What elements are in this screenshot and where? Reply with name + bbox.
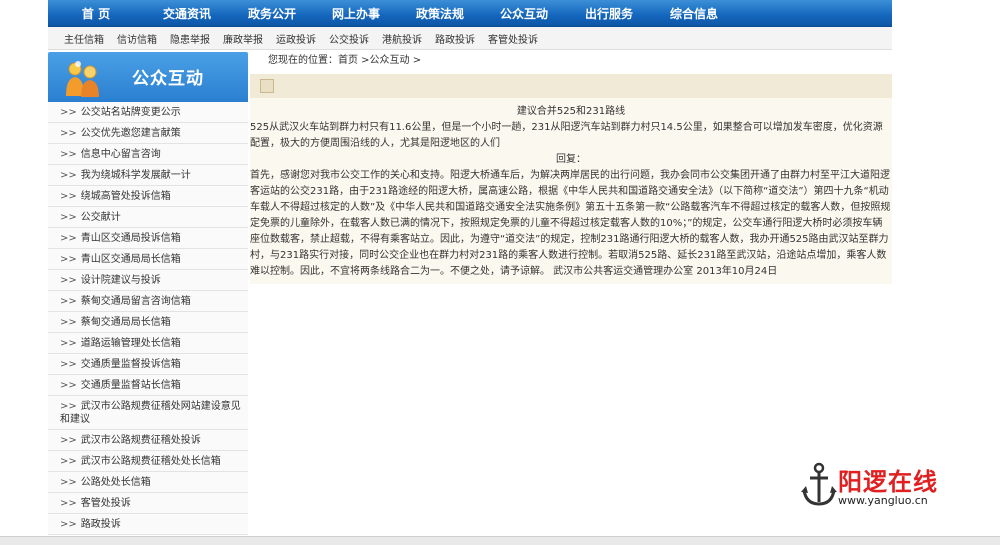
sidebar-item[interactable]: >> 青山区交通局局长信箱 [48, 249, 248, 270]
sub-nav-director-mailbox[interactable]: 主任信箱 [64, 31, 104, 46]
article-question: 525从武汉火车站到群力村只有11.6公里，但是一个小时一趟，231从阳逻汽车站… [250, 122, 883, 149]
sidebar-item-label: 信息中心留言咨询 [80, 149, 161, 160]
sub-nav-transport-complaint[interactable]: 运政投诉 [276, 31, 316, 46]
sidebar-item[interactable]: >> 我为绕城科学发展献一计 [48, 165, 248, 186]
content-banner [250, 74, 892, 98]
sidebar-item[interactable]: >> 客管处投诉 [48, 493, 248, 514]
sidebar-item-label: 我为绕城科学发展献一计 [80, 170, 191, 181]
logo-url: www.yangluo.cn [838, 494, 928, 507]
sidebar-item-label: 公交站名站牌变更公示 [80, 107, 181, 118]
nav-public-interaction[interactable]: 公众互动 [482, 5, 566, 22]
sidebar-title: 公众互动 [132, 69, 204, 89]
nav-gov-affairs[interactable]: 政务公开 [230, 5, 314, 22]
nav-home[interactable]: 首 页 [48, 5, 144, 22]
breadcrumb: 您现在的位置：首页 >公众互动 > [268, 55, 422, 66]
main-content: 您现在的位置：首页 >公众互动 > 建议合并525和231路线 525从武汉火车… [250, 52, 892, 284]
sidebar-item-label: 蔡甸交通局局长信箱 [80, 317, 171, 328]
sub-nav-port-complaint[interactable]: 港航投诉 [382, 31, 422, 46]
sidebar-item-label: 公交优先邀您建言献策 [80, 128, 181, 139]
sub-nav-road-complaint[interactable]: 路政投诉 [435, 31, 475, 46]
sidebar-item-label: 道路运输管理处长信箱 [80, 338, 181, 349]
double-chevron-icon: >> [60, 212, 77, 223]
sidebar-item[interactable]: >> 公交献计 [48, 207, 248, 228]
sidebar-item-label: 公交献计 [80, 212, 121, 223]
sidebar-item-label: 客管处投诉 [80, 498, 131, 509]
sidebar-list: >> 公交站名站牌变更公示 >> 公交优先邀您建言献策 >> 信息中心留言咨询 >> 我… [48, 102, 248, 535]
double-chevron-icon: >> [60, 519, 77, 530]
sidebar-item-label: 绕城高管处投诉信箱 [80, 191, 171, 202]
sub-nav-passenger-complaint[interactable]: 客管处投诉 [488, 31, 538, 46]
double-chevron-icon: >> [60, 128, 77, 139]
sidebar-item[interactable]: >> 青山区交通局投诉信箱 [48, 228, 248, 249]
sub-nav-petition-mailbox[interactable]: 信访信箱 [117, 31, 157, 46]
double-chevron-icon: >> [60, 498, 77, 509]
sidebar-item[interactable]: >> 蔡甸交通局留言咨询信箱 [48, 291, 248, 312]
sidebar-item[interactable]: >> 交通质量监督站长信箱 [48, 375, 248, 396]
anchor-icon [801, 462, 837, 506]
double-chevron-icon: >> [60, 477, 77, 488]
nav-online-service[interactable]: 网上办事 [314, 5, 398, 22]
banner-tile-icon [260, 79, 274, 93]
sub-nav-integrity-report[interactable]: 廉政举报 [223, 31, 263, 46]
double-chevron-icon: >> [60, 317, 77, 328]
top-nav: 首 页 交通资讯 政务公开 网上办事 政策法规 公众互动 出行服务 综合信息 [48, 0, 892, 27]
sidebar-item[interactable]: >> 路政投诉 [48, 514, 248, 535]
sidebar: 公众互动 >> 公交站名站牌变更公示 >> 公交优先邀您建言献策 >> 信息中心留言咨… [48, 52, 248, 535]
sidebar-item-label: 蔡甸交通局留言咨询信箱 [80, 296, 191, 307]
sidebar-item-label: 武汉市公路规费征稽处处长信箱 [80, 456, 221, 467]
sidebar-item[interactable]: >> 武汉市公路规费征稽处处长信箱 [48, 451, 248, 472]
site-logo: 阳逻在线 www.yangluo.cn [800, 462, 960, 512]
double-chevron-icon: >> [60, 338, 77, 349]
double-chevron-icon: >> [60, 170, 77, 181]
sidebar-item[interactable]: >> 信息中心留言咨询 [48, 144, 248, 165]
sub-nav-hazard-report[interactable]: 隐患举报 [170, 31, 210, 46]
sidebar-item[interactable]: >> 设计院建议与投诉 [48, 270, 248, 291]
sidebar-item[interactable]: >> 公交站名站牌变更公示 [48, 102, 248, 123]
sub-nav: 主任信箱 信访信箱 隐患举报 廉政举报 运政投诉 公交投诉 港航投诉 路政投诉 … [48, 27, 892, 50]
sidebar-item-label: 武汉市公路规费征稽处投诉 [80, 435, 201, 446]
double-chevron-icon: >> [60, 107, 77, 118]
sidebar-item[interactable]: >> 蔡甸交通局局长信箱 [48, 312, 248, 333]
sidebar-item[interactable]: >> 武汉市公路规费征稽处投诉 [48, 430, 248, 451]
nav-policy[interactable]: 政策法规 [398, 5, 482, 22]
article-title: 建议合并525和231路线 [516, 106, 626, 117]
sidebar-item[interactable]: >> 绕城高管处投诉信箱 [48, 186, 248, 207]
nav-travel-service[interactable]: 出行服务 [566, 5, 652, 22]
double-chevron-icon: >> [60, 380, 77, 391]
page: 首 页 交通资讯 政务公开 网上办事 政策法规 公众互动 出行服务 综合信息 主… [48, 0, 892, 535]
sidebar-item-label: 青山区交通局投诉信箱 [80, 233, 181, 244]
logo-name: 阳逻在线 [838, 468, 938, 496]
reply-label: 回复： [556, 154, 586, 165]
sub-nav-bus-complaint[interactable]: 公交投诉 [329, 31, 369, 46]
double-chevron-icon: >> [60, 401, 77, 412]
sidebar-item[interactable]: >> 武汉市公路规费征稽处网站建设意见和建议 [48, 396, 248, 430]
double-chevron-icon: >> [60, 191, 77, 202]
sidebar-item-label: 路政投诉 [80, 519, 121, 530]
sidebar-item-label: 武汉市公路规费征稽处网站建设意见和建议 [60, 401, 241, 425]
sidebar-item-label: 交通质量监督站长信箱 [80, 380, 181, 391]
double-chevron-icon: >> [60, 296, 77, 307]
sidebar-item[interactable]: >> 交通质量监督投诉信箱 [48, 354, 248, 375]
sidebar-item-label: 公路处处长信箱 [80, 477, 151, 488]
double-chevron-icon: >> [60, 149, 77, 160]
nav-traffic-news[interactable]: 交通资讯 [144, 5, 230, 22]
sidebar-item-label: 交通质量监督投诉信箱 [80, 359, 181, 370]
double-chevron-icon: >> [60, 275, 77, 286]
sidebar-item-label: 设计院建议与投诉 [80, 275, 161, 286]
double-chevron-icon: >> [60, 233, 77, 244]
double-chevron-icon: >> [60, 359, 77, 370]
people-icon [66, 61, 99, 97]
double-chevron-icon: >> [60, 254, 77, 265]
sidebar-header: 公众互动 [48, 52, 248, 102]
article: 建议合并525和231路线 525从武汉火车站到群力村只有11.6公里，但是一个… [250, 98, 892, 284]
sidebar-item[interactable]: >> 道路运输管理处长信箱 [48, 333, 248, 354]
sidebar-item[interactable]: >> 公路处处长信箱 [48, 472, 248, 493]
sidebar-item-label: 青山区交通局局长信箱 [80, 254, 181, 265]
double-chevron-icon: >> [60, 435, 77, 446]
sidebar-item[interactable]: >> 公交优先邀您建言献策 [48, 123, 248, 144]
double-chevron-icon: >> [60, 456, 77, 467]
article-reply: 首先，感谢您对我市公交工作的关心和支持。阳逻大桥通车后，为解决两岸居民的出行问题… [250, 170, 891, 277]
nav-general-info[interactable]: 综合信息 [652, 5, 736, 22]
